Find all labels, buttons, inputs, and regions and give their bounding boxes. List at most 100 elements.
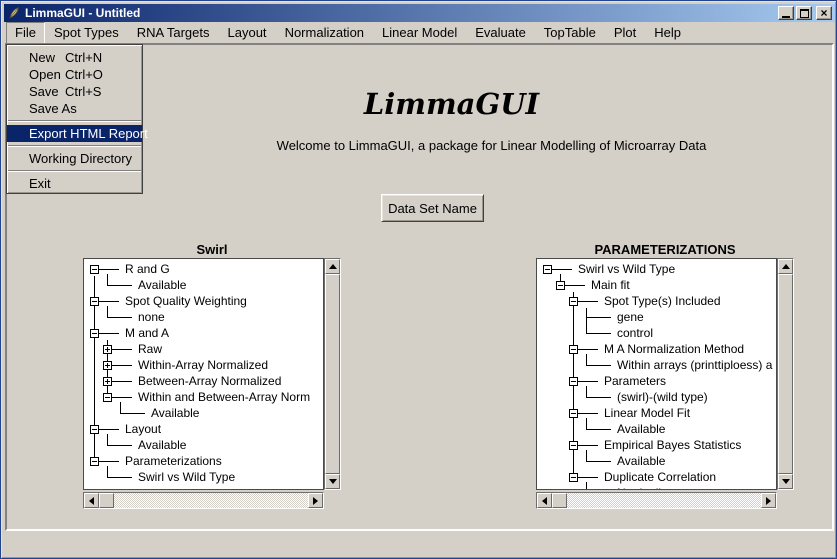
tree-node-label[interactable]: Available [134, 437, 186, 453]
menubar-item-toptable[interactable]: TopTable [535, 22, 605, 44]
scroll-left-button[interactable] [537, 493, 552, 508]
file-menu-item-open[interactable]: OpenCtrl+O [7, 66, 142, 83]
left-tree-vertical-scrollbar[interactable] [324, 258, 341, 490]
tree-node-label[interactable]: No duplicates [613, 485, 690, 490]
expand-minus-icon[interactable] [569, 297, 578, 306]
tree-row[interactable]: Between-Array Normalized [88, 373, 323, 389]
tree-row[interactable]: control [541, 325, 776, 341]
horizontal-scroll-thumb[interactable] [99, 493, 114, 508]
menubar-item-help[interactable]: Help [645, 22, 690, 44]
tree-node-label[interactable]: Spot Type(s) Included [600, 293, 721, 309]
expand-minus-icon[interactable] [90, 265, 99, 274]
tree-row[interactable]: Within arrays (printtiploess) a [541, 357, 776, 373]
menubar-item-layout[interactable]: Layout [219, 22, 276, 44]
file-menu-item-export-html-report[interactable]: Export HTML Report [7, 125, 142, 142]
tree-row[interactable]: Parameterizations [88, 453, 323, 469]
tree-node-label[interactable]: Available [613, 421, 665, 437]
tree-row[interactable]: M A Normalization Method [541, 341, 776, 357]
file-menu-item-save[interactable]: SaveCtrl+S [7, 83, 142, 100]
scrollbar-trough[interactable] [114, 493, 308, 508]
tree-node-label[interactable]: Empirical Bayes Statistics [600, 437, 741, 453]
vertical-scroll-thumb[interactable] [325, 274, 340, 474]
menubar-item-linear-model[interactable]: Linear Model [373, 22, 466, 44]
tree-row[interactable]: Raw [88, 341, 323, 357]
tree-node-label[interactable]: M and A [121, 325, 169, 341]
scroll-down-button[interactable] [325, 474, 340, 489]
tree-row[interactable]: Parameters [541, 373, 776, 389]
tree-row[interactable]: Available [88, 277, 323, 293]
tree-node-label[interactable]: Available [134, 277, 186, 293]
scroll-down-button[interactable] [778, 474, 793, 489]
data-set-name-button[interactable]: Data Set Name [381, 194, 484, 222]
tree-node-label[interactable]: Between-Array Normalized [134, 373, 281, 389]
expand-minus-icon[interactable] [543, 265, 552, 274]
tree-node-label[interactable]: Within and Between-Array Norm [134, 389, 310, 405]
expand-minus-icon[interactable] [90, 457, 99, 466]
tree-row[interactable]: Available [541, 453, 776, 469]
tree-row[interactable]: M and A [88, 325, 323, 341]
menubar-item-plot[interactable]: Plot [605, 22, 645, 44]
menubar-item-rna-targets[interactable]: RNA Targets [128, 22, 219, 44]
tree-row[interactable]: Linear Model Fit [541, 405, 776, 421]
tree-node-label[interactable]: Duplicate Correlation [600, 469, 716, 485]
tree-row[interactable]: Available [541, 421, 776, 437]
tree-row[interactable]: Available [88, 437, 323, 453]
tree-node-label[interactable]: Parameterizations [121, 453, 222, 469]
scroll-right-button[interactable] [308, 493, 323, 508]
tree-node-label[interactable]: Linear Model Fit [600, 405, 690, 421]
tree-node-label[interactable]: Layout [121, 421, 161, 437]
tree-node-label[interactable]: none [134, 309, 165, 325]
expand-plus-icon[interactable] [103, 377, 112, 386]
tree-row[interactable]: Swirl vs Wild Type [88, 469, 323, 485]
expand-minus-icon[interactable] [569, 473, 578, 482]
close-button[interactable]: × [816, 6, 832, 20]
scroll-left-button[interactable] [84, 493, 99, 508]
tree-node-label[interactable]: Spot Quality Weighting [121, 293, 247, 309]
horizontal-scroll-thumb[interactable] [552, 493, 567, 508]
menubar-item-spot-types[interactable]: Spot Types [45, 22, 128, 44]
tree-row[interactable]: Duplicate Correlation [541, 469, 776, 485]
tree-row[interactable]: Empirical Bayes Statistics [541, 437, 776, 453]
maximize-button[interactable] [796, 6, 812, 20]
scroll-up-button[interactable] [778, 259, 793, 274]
tree-node-label[interactable]: Raw [134, 341, 162, 357]
tree-row[interactable]: Layout [88, 421, 323, 437]
tree-node-label[interactable]: (swirl)-(wild type) [613, 389, 708, 405]
expand-minus-icon[interactable] [569, 345, 578, 354]
tree-row[interactable]: Within and Between-Array Norm [88, 389, 323, 405]
menubar-item-file[interactable]: File [6, 22, 45, 44]
file-menu-item-working-directory[interactable]: Working Directory [7, 150, 142, 167]
tree-row[interactable]: R and G [88, 261, 323, 277]
tree-row[interactable]: gene [541, 309, 776, 325]
tree-node-label[interactable]: Main fit [587, 277, 630, 293]
left-tree[interactable]: R and GAvailableSpot Quality Weightingno… [83, 258, 324, 490]
left-tree-horizontal-scrollbar[interactable] [83, 492, 324, 509]
tree-node-label[interactable]: Within-Array Normalized [134, 357, 268, 373]
right-tree[interactable]: Swirl vs Wild TypeMain fitSpot Type(s) I… [536, 258, 777, 490]
right-tree-vertical-scrollbar[interactable] [777, 258, 794, 490]
expand-minus-icon[interactable] [103, 393, 112, 402]
tree-row[interactable]: Swirl vs Wild Type [541, 261, 776, 277]
tree-row[interactable]: none [88, 309, 323, 325]
file-menu-item-save-as[interactable]: Save As [7, 100, 142, 117]
tree-node-label[interactable]: Parameters [600, 373, 666, 389]
expand-plus-icon[interactable] [103, 345, 112, 354]
tree-node-label[interactable]: Within arrays (printtiploess) a [613, 357, 772, 373]
expand-minus-icon[interactable] [569, 441, 578, 450]
scrollbar-trough[interactable] [567, 493, 761, 508]
scroll-right-button[interactable] [761, 493, 776, 508]
expand-plus-icon[interactable] [103, 361, 112, 370]
scroll-up-button[interactable] [325, 259, 340, 274]
expand-minus-icon[interactable] [556, 281, 565, 290]
right-tree-horizontal-scrollbar[interactable] [536, 492, 777, 509]
tree-node-label[interactable]: gene [613, 309, 644, 325]
expand-minus-icon[interactable] [90, 329, 99, 338]
tree-row[interactable]: Within-Array Normalized [88, 357, 323, 373]
tree-row[interactable]: Spot Type(s) Included [541, 293, 776, 309]
tree-row[interactable]: (swirl)-(wild type) [541, 389, 776, 405]
tree-node-label[interactable]: M A Normalization Method [600, 341, 744, 357]
tree-node-label[interactable]: Swirl vs Wild Type [574, 261, 675, 277]
tree-node-label[interactable]: Available [613, 453, 665, 469]
expand-minus-icon[interactable] [90, 425, 99, 434]
file-menu-item-exit[interactable]: Exit [7, 175, 142, 192]
